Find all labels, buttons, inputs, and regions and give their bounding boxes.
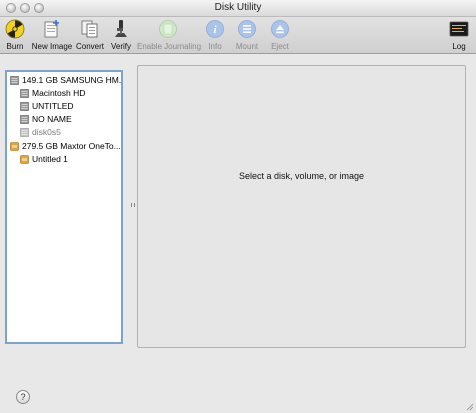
volume-icon [20, 102, 29, 111]
content-area: 149.1 GB SAMSUNG HM... Macintosh HD UNTI… [0, 54, 476, 413]
volume-item-untitled[interactable]: UNTITLED [7, 100, 121, 113]
burn-button[interactable]: Burn [4, 19, 26, 51]
verify-icon [115, 20, 127, 37]
disk-item-maxtor[interactable]: 279.5 GB Maxtor OneTo... [7, 140, 121, 153]
convert-label: Convert [76, 42, 105, 51]
volume-item-label: Macintosh HD [32, 88, 86, 98]
resize-grip-icon[interactable] [465, 402, 474, 411]
info-label: Info [208, 42, 222, 51]
disk-utility-window: Disk Utility Burn New Image Convert Veri… [0, 0, 476, 413]
new-image-button[interactable]: New Image [31, 19, 73, 51]
unmounted-volume-icon [20, 128, 29, 137]
convert-button[interactable]: Convert [76, 19, 104, 51]
volume-item-label: disk0s5 [32, 127, 61, 137]
log-icon [449, 21, 469, 37]
info-button[interactable]: i Info [204, 19, 226, 51]
volume-item-untitled-1[interactable]: Untitled 1 [7, 153, 121, 166]
verify-label: Verify [110, 42, 131, 51]
disk-list[interactable]: 149.1 GB SAMSUNG HM... Macintosh HD UNTI… [5, 70, 123, 344]
enable-journaling-icon [159, 20, 177, 38]
disk-item-label: 149.1 GB SAMSUNG HM... [22, 75, 121, 85]
disk-item-label: 279.5 GB Maxtor OneTo... [22, 141, 121, 151]
toolbar: Burn New Image Convert Verify Enable Jou… [0, 17, 476, 54]
eject-label: Eject [271, 42, 289, 51]
external-volume-icon [20, 155, 29, 164]
internal-disk-icon [10, 76, 19, 85]
volume-item-label: NO NAME [32, 114, 72, 124]
help-button[interactable]: ? [16, 390, 30, 404]
info-icon: i [206, 20, 224, 38]
mount-icon [238, 20, 256, 38]
volume-item-macintosh-hd[interactable]: Macintosh HD [7, 87, 121, 100]
mount-button[interactable]: Mount [234, 19, 260, 51]
select-prompt: Select a disk, volume, or image [238, 171, 365, 181]
help-label: ? [20, 392, 26, 402]
new-image-icon [44, 20, 59, 38]
eject-button[interactable]: Eject [268, 19, 292, 51]
verify-button[interactable]: Verify [109, 19, 133, 51]
eject-icon [271, 20, 289, 38]
volume-item-disk0s5[interactable]: disk0s5 [7, 126, 121, 139]
mount-label: Mount [235, 42, 259, 51]
enable-journaling-button[interactable]: Enable Journaling [137, 19, 202, 51]
external-disk-icon [10, 142, 19, 151]
volume-item-label: UNTITLED [32, 101, 74, 111]
volume-item-no-name[interactable]: NO NAME [7, 113, 121, 126]
log-button[interactable]: Log [448, 19, 470, 51]
volume-item-label: Untitled 1 [32, 154, 68, 164]
enable-journaling-label: Enable Journaling [137, 42, 202, 51]
title-bar: Disk Utility [0, 0, 476, 17]
window-title: Disk Utility [214, 2, 262, 13]
burn-icon [5, 19, 25, 39]
disk-item-samsung[interactable]: 149.1 GB SAMSUNG HM... [7, 74, 121, 87]
burn-label: Burn [6, 42, 24, 51]
split-view-handle[interactable] [131, 203, 135, 207]
log-label: Log [452, 42, 466, 51]
volume-icon [20, 89, 29, 98]
new-image-label: New Image [31, 42, 73, 51]
convert-icon [81, 20, 98, 38]
volume-icon [20, 115, 29, 124]
detail-pane: Select a disk, volume, or image [137, 65, 466, 348]
